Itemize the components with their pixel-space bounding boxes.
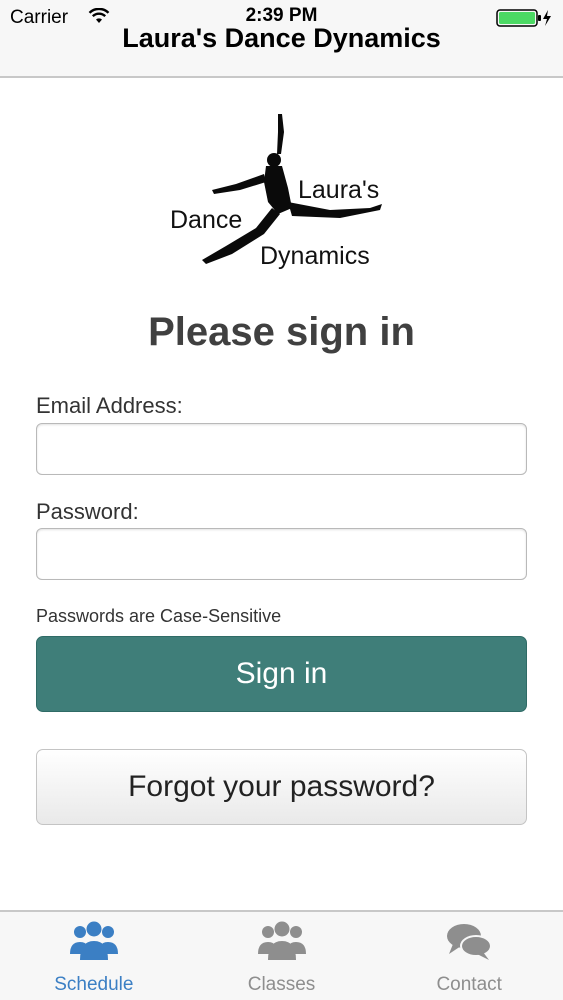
forgot-password-button[interactable]: Forgot your password? xyxy=(36,749,527,825)
password-label: Password: xyxy=(36,499,139,524)
logo-text-dynamics: Dynamics xyxy=(260,242,370,270)
tab-contact[interactable]: Contact xyxy=(375,912,563,1000)
logo-text-lauras: Laura's xyxy=(298,176,379,204)
password-field[interactable] xyxy=(36,528,527,580)
people-group-icon xyxy=(69,921,118,960)
chat-bubbles-icon xyxy=(447,924,493,960)
tab-contact-label: Contact xyxy=(436,974,502,995)
people-group-icon xyxy=(257,921,306,960)
sign-in-button[interactable]: Sign in xyxy=(36,636,527,712)
navigation-bar: Carrier 2:39 PM Laura's Dance Dynamics xyxy=(0,0,563,78)
tab-classes-label: Classes xyxy=(247,974,316,995)
logo-text-dance: Dance xyxy=(170,206,242,234)
email-field[interactable] xyxy=(36,423,527,475)
case-sensitive-hint: Passwords are Case-Sensitive xyxy=(36,606,282,626)
sign-in-heading: Please sign in xyxy=(148,310,415,354)
app-screen: Carrier 2:39 PM Laura's Dance Dynamics L… xyxy=(0,0,563,1000)
tab-classes[interactable]: Classes xyxy=(188,912,376,1000)
tab-bar: Schedule Classes Contact xyxy=(0,910,563,1000)
tab-schedule[interactable]: Schedule xyxy=(0,912,188,1000)
tab-schedule-label: Schedule xyxy=(54,974,134,995)
nav-title: Laura's Dance Dynamics xyxy=(122,23,441,53)
dancer-logo: Laura's Dance Dynamics xyxy=(170,114,382,270)
email-label: Email Address: xyxy=(36,393,183,418)
